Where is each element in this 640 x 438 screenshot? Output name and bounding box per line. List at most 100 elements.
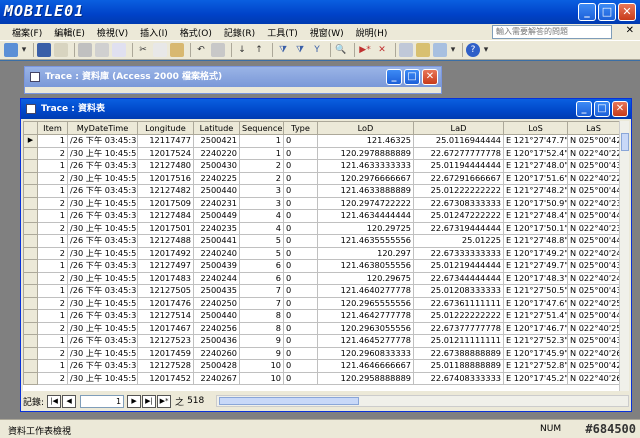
print-preview-icon[interactable] <box>95 43 109 57</box>
app-maximize-button[interactable]: □ <box>598 3 616 21</box>
table-cell[interactable]: E 121°27'48.8" <box>503 234 568 248</box>
table-row[interactable]: 1/26 下午 03:45:33 12127523 2500436 9 0 121.464… <box>23 334 620 348</box>
vertical-scrollbar[interactable] <box>619 121 629 391</box>
table-cell[interactable]: 2 <box>37 146 68 160</box>
table-cell[interactable]: 1 <box>37 359 68 373</box>
table-cell[interactable]: 121.4642777778 <box>317 309 414 323</box>
table-cell[interactable]: N 022°40'23.1" <box>567 196 620 210</box>
delete-record-icon[interactable]: ✕ <box>375 43 389 57</box>
table-window[interactable]: Trace : 資料表 _ □ ✕ Item MyDateTime Longit… <box>20 98 632 412</box>
table-cell[interactable]: /26 下午 03:45:33 <box>67 359 138 373</box>
filter-selection-icon[interactable]: ⧩ <box>276 43 290 57</box>
table-row[interactable]: 1/26 下午 03:45:33 12127488 2500441 5 0 121.463… <box>23 234 620 248</box>
table-cell[interactable]: 12017483 <box>137 271 194 285</box>
spell-check-icon[interactable] <box>112 43 126 57</box>
table-cell[interactable]: 7 <box>239 284 284 298</box>
table-cell[interactable]: 0 <box>283 359 318 373</box>
table-cell[interactable]: 12127523 <box>137 334 194 348</box>
table-cell[interactable]: 5 <box>239 234 284 248</box>
table-cell[interactable]: E 120°17'49.2" <box>503 246 568 260</box>
table-cell[interactable]: 2500441 <box>193 234 240 248</box>
table-cell[interactable]: 1 <box>37 184 68 198</box>
table-cell[interactable]: E 120°17'46.7" <box>503 321 568 335</box>
table-cell[interactable]: 12017501 <box>137 221 194 235</box>
table-cell[interactable]: 1 <box>37 134 68 148</box>
table-cell[interactable]: E 121°27'48.4" <box>503 209 568 223</box>
table-cell[interactable]: 22.67319444444 <box>413 221 504 235</box>
table-cell[interactable]: 1 <box>37 209 68 223</box>
table-cell[interactable]: 0 <box>283 246 318 260</box>
table-cell[interactable]: /30 上午 10:45:52 <box>67 146 138 160</box>
table-cell[interactable]: N 025°00'43.9" <box>567 259 620 273</box>
table-row[interactable]: 2/30 上午 10:45:52 12017492 2240240 5 0 120.297… <box>23 246 620 260</box>
menu-insert[interactable]: 插入(I) <box>134 26 174 39</box>
record-selector[interactable] <box>23 221 38 235</box>
table-cell[interactable]: 12017467 <box>137 321 194 335</box>
table-cell[interactable]: N 025°00'44.1" <box>567 234 620 248</box>
column-header[interactable]: Item <box>37 121 68 135</box>
column-header[interactable]: LaS <box>567 121 620 135</box>
table-cell[interactable]: /30 上午 10:45:52 <box>67 346 138 360</box>
table-cell[interactable]: 121.4646666667 <box>317 359 414 373</box>
menu-view[interactable]: 檢視(V) <box>91 26 134 39</box>
table-cell[interactable]: 120.29725 <box>317 221 414 235</box>
record-selector[interactable]: ▶ <box>23 134 38 148</box>
table-cell[interactable]: 121.46325 <box>317 134 414 148</box>
help-icon[interactable]: ? <box>466 43 480 57</box>
table-cell[interactable]: 12017492 <box>137 246 194 260</box>
table-row[interactable]: 2/30 上午 10:45:52 12017509 2240231 3 0 120.297… <box>23 196 620 210</box>
table-cell[interactable]: /30 上午 10:45:52 <box>67 171 138 185</box>
table-cell[interactable]: N 025°00'44.0" <box>567 309 620 323</box>
table-cell[interactable]: 0 <box>283 334 318 348</box>
table-cell[interactable]: 12017459 <box>137 346 194 360</box>
menu-tools[interactable]: 工具(T) <box>261 26 304 39</box>
table-cell[interactable]: 12017476 <box>137 296 194 310</box>
table-cell[interactable]: E 121°27'48.2" <box>503 184 568 198</box>
table-row[interactable]: 2/30 上午 10:45:52 12017459 2240260 9 0 120.296… <box>23 346 620 360</box>
table-cell[interactable]: 25.01188888889 <box>413 359 504 373</box>
find-icon[interactable]: 🔍 <box>334 43 348 57</box>
menu-window[interactable]: 視窗(W) <box>304 26 350 39</box>
table-cell[interactable]: /30 上午 10:45:52 <box>67 296 138 310</box>
table-row[interactable]: 1/26 下午 03:45:33 12127514 2500440 8 0 121.464… <box>23 309 620 323</box>
menu-edit[interactable]: 編輯(E) <box>48 26 91 39</box>
database-window-titlebar[interactable]: Trace : 資料庫 (Access 2000 檔案格式) _ □ ✕ <box>25 67 441 87</box>
table-cell[interactable]: 25.01225 <box>413 234 504 248</box>
table-cell[interactable]: /26 下午 03:45:33 <box>67 159 138 173</box>
table-row[interactable]: 1/26 下午 03:45:33 12127482 2500440 3 0 121.463… <box>23 184 620 198</box>
table-cell[interactable]: 120.297 <box>317 246 414 260</box>
table-cell[interactable]: 0 <box>283 184 318 198</box>
table-cell[interactable]: 3 <box>239 184 284 198</box>
table-cell[interactable]: 2240250 <box>193 296 240 310</box>
table-cell[interactable]: N 025°00'42.1" <box>567 134 620 148</box>
table-cell[interactable]: E 121°27'51.4" <box>503 309 568 323</box>
record-selector[interactable] <box>23 246 38 260</box>
table-cell[interactable]: 2500440 <box>193 184 240 198</box>
table-close-button[interactable]: ✕ <box>612 101 628 117</box>
table-cell[interactable]: 2 <box>37 371 68 385</box>
table-cell[interactable]: 2500436 <box>193 334 240 348</box>
table-cell[interactable]: 12017524 <box>137 146 194 160</box>
copy-icon[interactable] <box>153 43 167 57</box>
table-cell[interactable]: 0 <box>283 259 318 273</box>
table-cell[interactable]: 2500449 <box>193 209 240 223</box>
table-minimize-button[interactable]: _ <box>576 101 592 117</box>
table-cell[interactable]: 121.4633888889 <box>317 184 414 198</box>
database-window[interactable]: Trace : 資料庫 (Access 2000 檔案格式) _ □ ✕ <box>24 66 442 94</box>
datasheet-grid[interactable]: Item MyDateTime Longitude Latitude Seque… <box>23 121 629 391</box>
table-cell[interactable]: 1 <box>37 234 68 248</box>
horizontal-scrollbar[interactable] <box>216 395 629 407</box>
table-cell[interactable]: 12127484 <box>137 209 194 223</box>
table-cell[interactable]: E 120°17'45.9" <box>503 346 568 360</box>
table-cell[interactable]: 2240240 <box>193 246 240 260</box>
help-search-input[interactable]: 輸入需要解答的問題 <box>492 25 612 39</box>
record-selector[interactable] <box>23 159 38 173</box>
record-selector[interactable] <box>23 184 38 198</box>
table-cell[interactable]: 10 <box>239 371 284 385</box>
select-all-corner[interactable] <box>23 121 38 135</box>
table-cell[interactable]: 2 <box>239 159 284 173</box>
table-maximize-button[interactable]: □ <box>594 101 610 117</box>
table-cell[interactable]: 2500430 <box>193 159 240 173</box>
table-cell[interactable]: 2500435 <box>193 284 240 298</box>
first-record-button[interactable]: |◀ <box>47 394 62 408</box>
